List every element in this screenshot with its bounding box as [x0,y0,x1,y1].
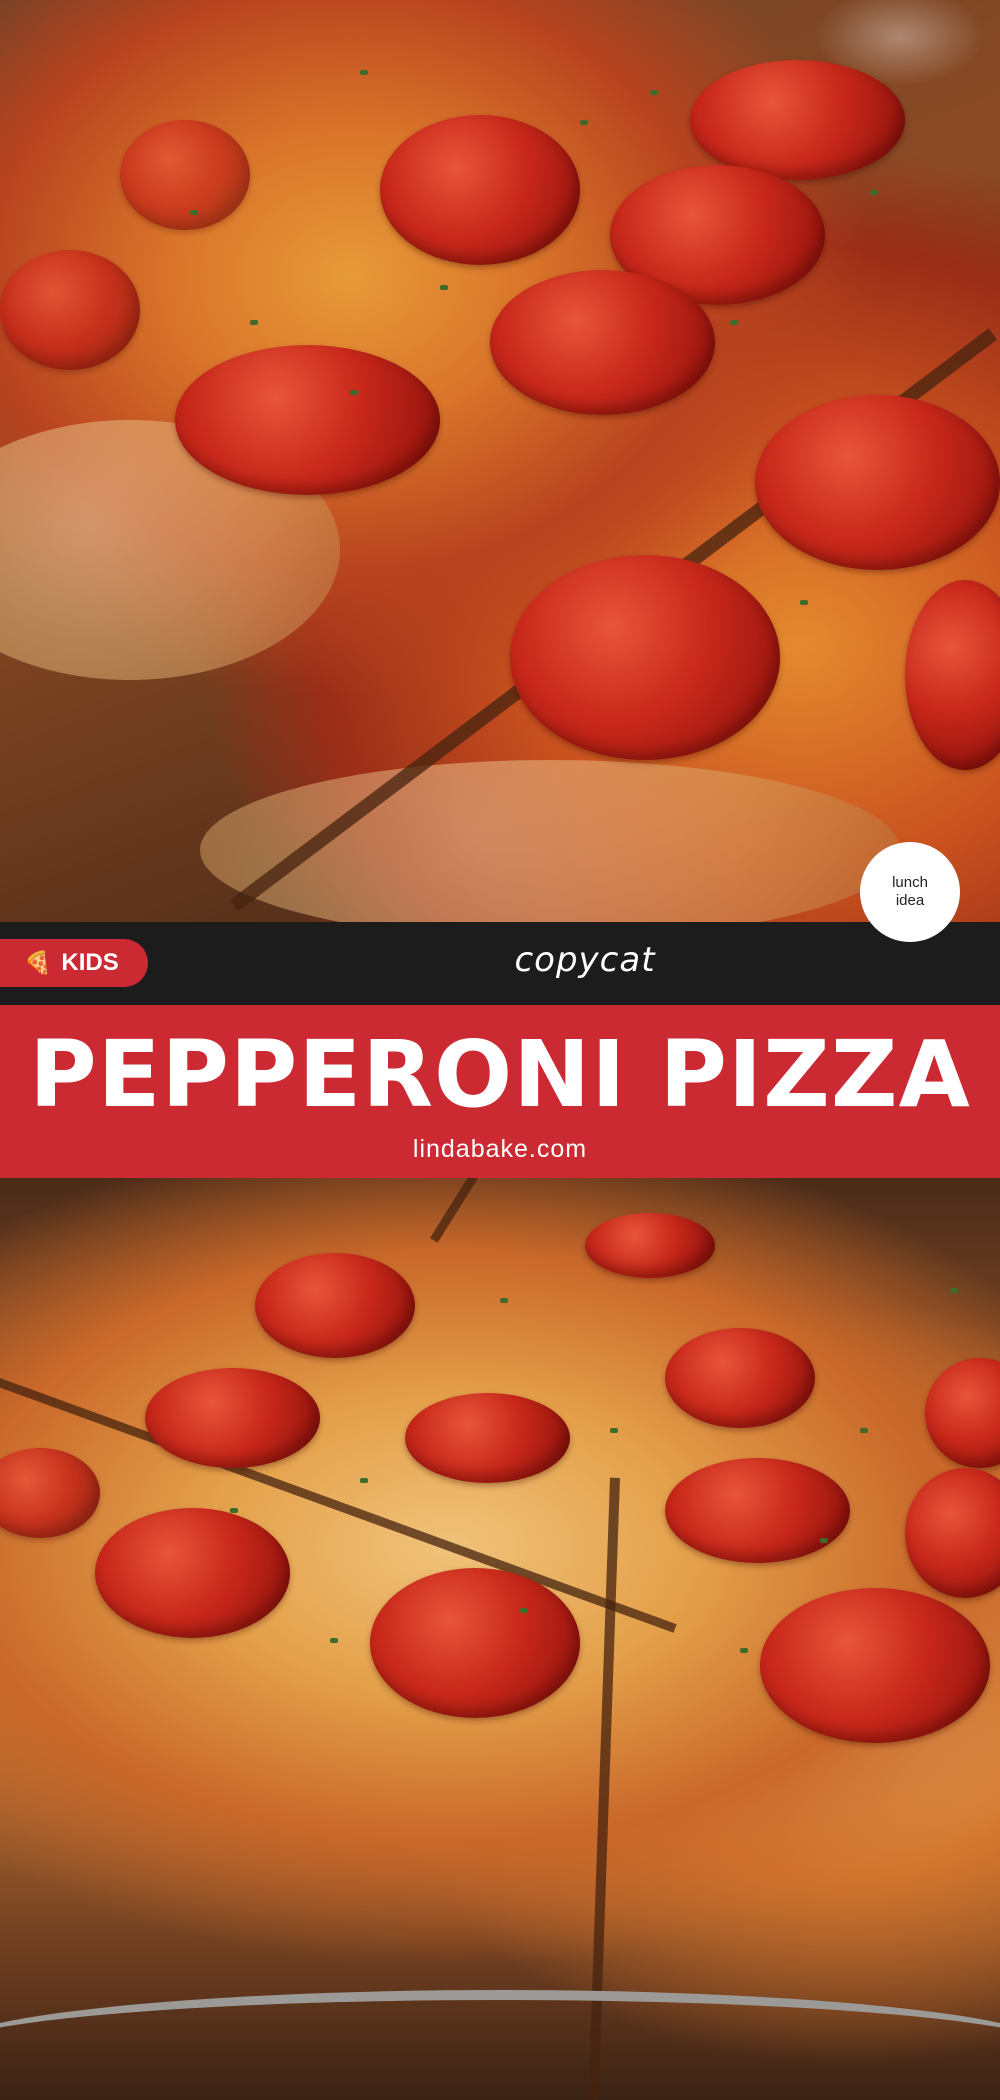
page-title: PEPPERONI PIZZA [29,1021,971,1128]
lunch-idea-badge: lunch idea [860,842,960,942]
category-band: 🍕 KIDS copycat [0,922,1000,1005]
top-pizza-photo [0,0,1000,922]
subtitle: copycat [514,940,656,980]
title-band: PEPPERONI PIZZA lindabake.com [0,1005,1000,1178]
bottom-pizza-photo [0,1178,1000,2100]
recipe-pin: lunch idea 🍕 KIDS copycat PEPPERONI PIZZ… [0,0,1000,2100]
pizza-pan-rim [0,1990,1000,2100]
website-label: lindabake.com [412,1135,588,1163]
